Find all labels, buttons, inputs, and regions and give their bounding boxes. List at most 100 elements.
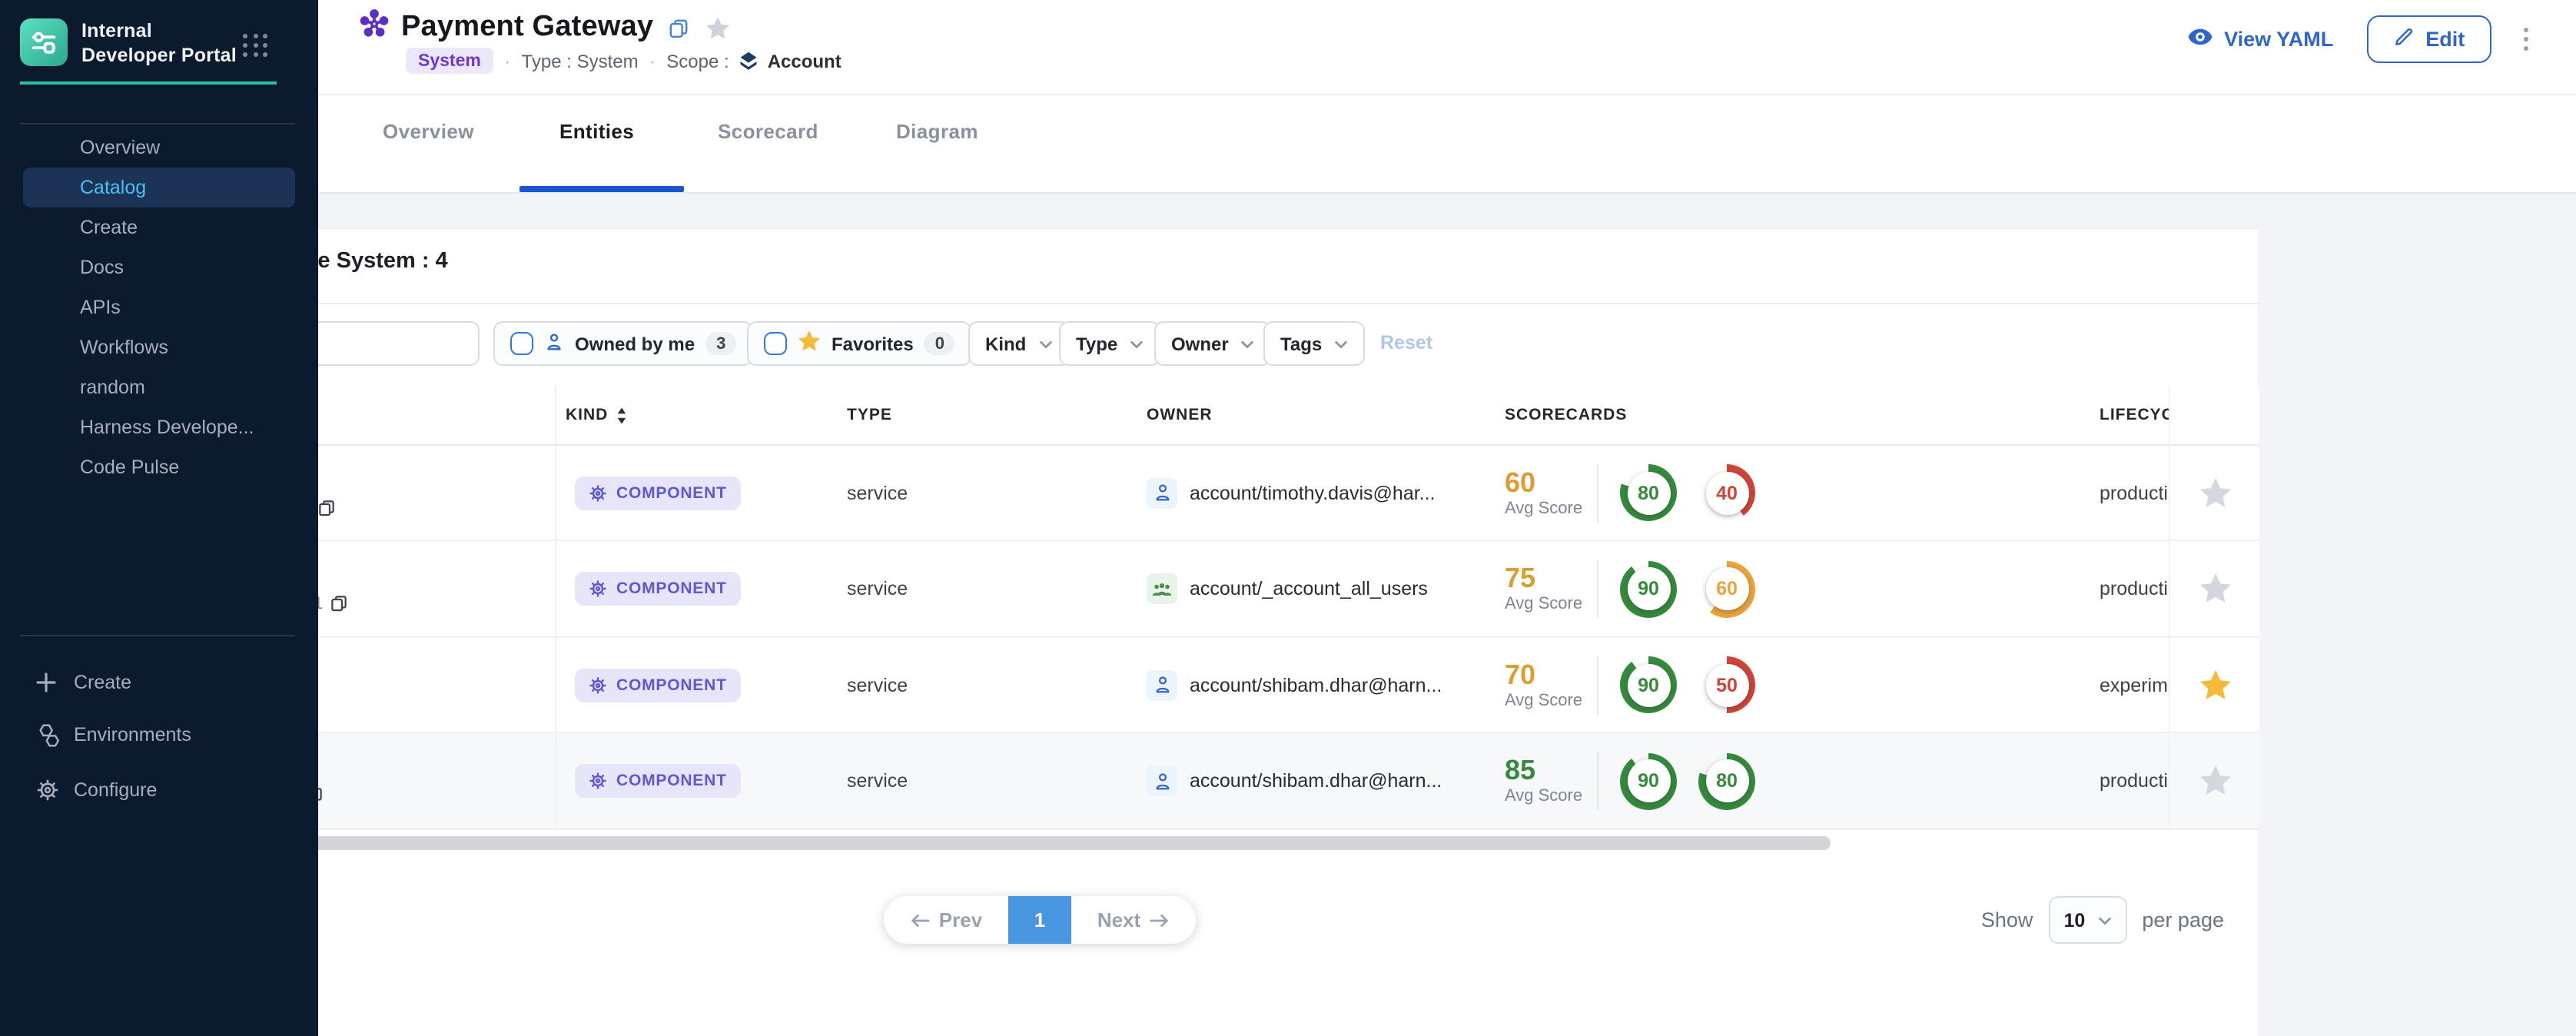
page-header: Payment Gateway System · Type : System ·… bbox=[318, 0, 2576, 194]
scorecard-gauge[interactable]: 90 bbox=[1620, 560, 1677, 617]
avg-score-value: 85 bbox=[1505, 756, 1585, 784]
nav-divider-top bbox=[20, 123, 295, 125]
more-options-kebab-icon[interactable] bbox=[2517, 21, 2535, 58]
scorecards-cell: 85 Avg Score 90 80 bbox=[1505, 733, 2089, 828]
tab-entities[interactable]: Entities bbox=[559, 120, 634, 143]
gear-icon bbox=[589, 579, 607, 598]
kind-badge: COMPONENT bbox=[575, 668, 741, 702]
column-header-owner: OWNER bbox=[1128, 386, 1505, 444]
kind-badge: COMPONENT bbox=[575, 476, 741, 510]
row-favorite-star-icon[interactable] bbox=[2199, 669, 2231, 700]
table-header-row: NAME KIND TYPE OWNER SCORECARDS LIFECYCL… bbox=[34, 386, 2259, 446]
sidebar-item-environments[interactable]: Environments bbox=[0, 713, 318, 756]
breadcrumb-type: Type : System bbox=[522, 50, 639, 71]
tags-dropdown[interactable]: Tags bbox=[1263, 321, 1365, 366]
owned-by-me-label: Owned by me bbox=[575, 333, 695, 354]
owner-user-icon bbox=[1147, 477, 1177, 508]
page-size-select[interactable]: 10 bbox=[2048, 896, 2126, 944]
scorecard-gauge[interactable]: 80 bbox=[1620, 464, 1677, 521]
scorecard-gauge[interactable]: 80 bbox=[1698, 752, 1755, 809]
sidebar-item-code-pulse[interactable]: Code Pulse bbox=[0, 447, 318, 487]
scorecard-gauge[interactable]: 90 bbox=[1620, 656, 1677, 713]
breadcrumb-scope-label: Scope : bbox=[666, 50, 729, 71]
column-header-kind[interactable]: KIND bbox=[556, 386, 828, 444]
app-grid-icon[interactable] bbox=[243, 34, 269, 58]
view-yaml-label: View YAML bbox=[2224, 28, 2333, 51]
next-page-button[interactable]: Next bbox=[1071, 896, 1196, 944]
sidebar-item-catalog[interactable]: Catalog bbox=[23, 168, 295, 208]
edit-label: Edit bbox=[2425, 28, 2465, 51]
page-size-control: Show 10 per page bbox=[1981, 896, 2224, 944]
breadcrumb-dot: · bbox=[649, 49, 656, 72]
owner-user-icon bbox=[1147, 765, 1177, 796]
sidebar-item-label: Environments bbox=[74, 724, 191, 745]
kind-label: COMPONENT bbox=[616, 676, 727, 694]
nav-divider-bottom bbox=[20, 635, 295, 636]
type-dropdown[interactable]: Type bbox=[1059, 321, 1160, 366]
scorecard-gauge[interactable]: 50 bbox=[1698, 656, 1755, 713]
favorite-title-star-icon[interactable] bbox=[705, 16, 730, 39]
sticky-favorite-column bbox=[2169, 386, 2259, 830]
breadcrumb-dot: · bbox=[504, 49, 511, 72]
tab-overview[interactable]: Overview bbox=[383, 120, 474, 143]
copy-id-icon[interactable] bbox=[330, 595, 347, 612]
scorecard-gauge[interactable]: 60 bbox=[1698, 560, 1755, 617]
entity-tabs: Overview Entities Scorecard Diagram bbox=[318, 114, 2576, 194]
sidebar-item-random[interactable]: random bbox=[0, 367, 318, 407]
favorites-filter[interactable]: Favorites 0 bbox=[747, 321, 972, 366]
page-number-current[interactable]: 1 bbox=[1008, 896, 1071, 944]
owned-by-me-filter[interactable]: Owned by me 3 bbox=[493, 321, 753, 366]
column-label: TYPE bbox=[847, 406, 892, 424]
sidebar-item-label: Configure bbox=[74, 779, 157, 801]
view-yaml-button[interactable]: View YAML bbox=[2187, 28, 2333, 51]
brand: Internal Developer Portal bbox=[20, 18, 241, 68]
tab-scorecard[interactable]: Scorecard bbox=[718, 120, 818, 143]
tab-diagram[interactable]: Diagram bbox=[896, 120, 978, 143]
entities-table: NAME KIND TYPE OWNER SCORECARDS LIFECYCL… bbox=[34, 386, 2259, 830]
sidebar-item-create-new[interactable]: Create bbox=[0, 661, 318, 704]
reset-filters-button[interactable]: Reset bbox=[1380, 332, 1432, 354]
sidebar: Internal Developer Portal Overview Catal… bbox=[0, 0, 318, 1036]
chevron-down-icon bbox=[1334, 339, 1348, 348]
score-divider bbox=[1597, 463, 1598, 522]
avg-score-label: Avg Score bbox=[1505, 691, 1585, 709]
sidebar-item-docs[interactable]: Docs bbox=[0, 247, 318, 287]
kind-dropdown-label: Kind bbox=[985, 333, 1026, 354]
gear-icon bbox=[589, 676, 607, 694]
owner-cell: account/_account_all_users bbox=[1128, 573, 1505, 604]
sidebar-item-harness-developer[interactable]: Harness Develope... bbox=[0, 407, 318, 447]
score-divider bbox=[1597, 560, 1598, 618]
table-row: User Management ID:user_management_01 CO… bbox=[34, 541, 2259, 638]
copy-id-icon[interactable] bbox=[317, 499, 334, 516]
owner-dropdown[interactable]: Owner bbox=[1154, 321, 1272, 366]
sidebar-item-configure[interactable]: Configure bbox=[0, 769, 318, 812]
kind-dropdown[interactable]: Kind bbox=[968, 321, 1069, 366]
eye-icon bbox=[2187, 28, 2213, 51]
scorecard-gauge[interactable]: 90 bbox=[1620, 752, 1677, 809]
owner-cell: account/shibam.dhar@harn... bbox=[1128, 669, 1505, 700]
owner-cell: account/shibam.dhar@harn... bbox=[1128, 765, 1505, 796]
owner-text: account/_account_all_users bbox=[1190, 578, 1428, 599]
copy-title-icon[interactable] bbox=[669, 18, 689, 38]
avg-score-label: Avg Score bbox=[1505, 787, 1585, 805]
type-cell: service bbox=[828, 482, 1128, 503]
favorites-checkbox[interactable] bbox=[764, 332, 787, 355]
kind-label: COMPONENT bbox=[616, 579, 727, 598]
prev-page-button[interactable]: Prev bbox=[884, 896, 1008, 944]
sidebar-item-apis[interactable]: APIs bbox=[0, 287, 318, 327]
row-favorite-star-icon[interactable] bbox=[2199, 765, 2231, 796]
edit-button[interactable]: Edit bbox=[2367, 15, 2491, 63]
table-row: order-service ID:java_service_01 COMPONE… bbox=[34, 638, 2259, 733]
app: Internal Developer Portal Overview Catal… bbox=[0, 0, 2576, 1036]
breadcrumb-scope-value: Account bbox=[768, 50, 842, 71]
sidebar-item-create[interactable]: Create bbox=[0, 208, 318, 247]
scorecard-gauge[interactable]: 40 bbox=[1698, 464, 1755, 521]
avg-score-value: 60 bbox=[1505, 468, 1585, 496]
per-page-label: per page bbox=[2142, 908, 2224, 931]
sidebar-item-overview[interactable]: Overview bbox=[0, 128, 318, 168]
avg-score-value: 70 bbox=[1505, 660, 1585, 688]
sidebar-item-workflows[interactable]: Workflows bbox=[0, 327, 318, 367]
row-favorite-star-icon[interactable] bbox=[2199, 477, 2231, 508]
owned-by-me-checkbox[interactable] bbox=[510, 332, 533, 355]
row-favorite-star-icon[interactable] bbox=[2199, 573, 2231, 604]
